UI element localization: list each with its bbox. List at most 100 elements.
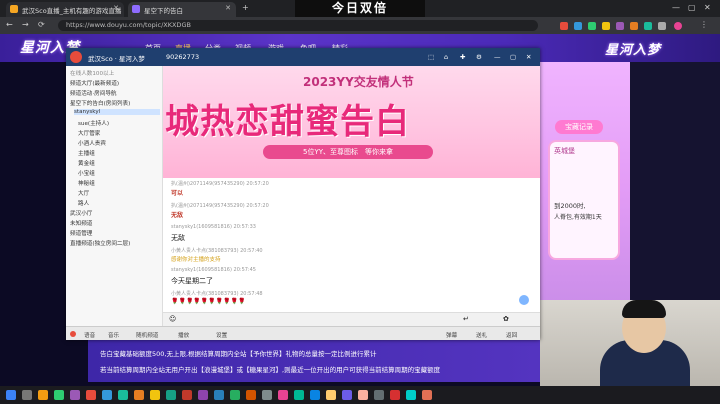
emoji-icon[interactable]: ☺ — [169, 315, 176, 323]
taskbar-app-icon[interactable] — [86, 390, 96, 400]
channel-tree-panel: 在线人数100以上 频道大厅(最新频道) 频道活动·房间导航 星空下的告白(房间… — [66, 66, 163, 326]
channel-item[interactable]: 频道活动·房间导航 — [70, 89, 117, 97]
channel-user[interactable]: 黄金组 — [78, 159, 95, 167]
taskbar-app-icon[interactable] — [358, 390, 368, 400]
home-icon[interactable]: ⌂ — [444, 53, 448, 61]
taskbar-app-icon[interactable] — [310, 390, 320, 400]
taskbar-app-icon[interactable] — [214, 390, 224, 400]
extension-icon[interactable] — [560, 22, 568, 30]
channel-user[interactable]: 大厅 — [78, 189, 89, 197]
chat-meta: stanysky1(1609581816) 20:57:33 — [171, 224, 256, 230]
extension-icon[interactable] — [616, 22, 624, 30]
taskbar-app-icon[interactable] — [118, 390, 128, 400]
browser-toolbar: ← → ⟳ https://www.douyu.com/topic/XKXDGB… — [0, 17, 720, 34]
url-text: https://www.douyu.com/topic/XKXDGB — [66, 21, 191, 29]
taskbar-app-icon[interactable] — [422, 390, 432, 400]
taskbar-app-icon[interactable] — [182, 390, 192, 400]
taskbar-app-icon[interactable] — [134, 390, 144, 400]
chat-panel: 扒(温州)2071149(957435290) 20:57:20 可以 扒(温州… — [163, 178, 540, 315]
scroll-down-icon[interactable] — [519, 295, 529, 305]
channel-user[interactable]: sue(主持人) — [78, 119, 109, 127]
settings-icon[interactable]: ⚙ — [476, 53, 482, 61]
extension-icon[interactable] — [658, 22, 666, 30]
taskbar-app-icon[interactable] — [406, 390, 416, 400]
menu-icon[interactable]: ⋮ — [700, 20, 708, 29]
taskbar-app-icon[interactable] — [70, 390, 80, 400]
send-icon[interactable]: ↵ — [463, 315, 469, 323]
extension-icon[interactable] — [588, 22, 596, 30]
minimize-icon[interactable]: — — [494, 53, 501, 61]
close-tab-icon[interactable]: ✕ — [225, 4, 231, 12]
close-tab-icon[interactable]: ✕ — [113, 4, 119, 12]
back-button[interactable]: 返回 — [506, 331, 517, 339]
barrage-button[interactable]: 弹幕 — [446, 331, 457, 339]
taskbar-app-icon[interactable] — [342, 390, 352, 400]
taskbar-app-icon[interactable] — [326, 390, 336, 400]
taskbar-app-icon[interactable] — [150, 390, 160, 400]
tab-1-label: 武汉Sco直播_主机有趣的游戏直播 — [22, 7, 122, 15]
gift-icon[interactable]: ✿ — [503, 315, 509, 323]
browser-tab-1[interactable]: 武汉Sco直播_主机有趣的游戏直播 ✕ — [6, 2, 124, 17]
taskbar-app-icon[interactable] — [262, 390, 272, 400]
channel-user[interactable]: 小宝组 — [78, 169, 95, 177]
extension-icon[interactable] — [574, 22, 582, 30]
taskbar-app-icon[interactable] — [198, 390, 208, 400]
channel-user[interactable]: 小酒人贵宾 — [78, 139, 106, 147]
random-channel-button[interactable]: 随机频道 — [136, 331, 158, 339]
minimize-icon[interactable]: — — [672, 3, 680, 12]
channel-user[interactable]: 主播组 — [78, 149, 95, 157]
taskbar-app-icon[interactable] — [390, 390, 400, 400]
profile-avatar[interactable] — [674, 22, 682, 30]
maximize-icon[interactable]: ▢ — [510, 53, 516, 61]
treasure-record-button[interactable]: 宝藏记录 — [555, 120, 603, 134]
channel-item[interactable]: 直播频道(独立房间二层) — [70, 239, 130, 247]
taskbar-app-icon[interactable] — [230, 390, 240, 400]
music-button[interactable]: 音乐 — [108, 331, 119, 339]
address-bar[interactable]: https://www.douyu.com/topic/XKXDGB — [58, 20, 538, 31]
valentine-promo-banner[interactable]: 2023YY交友情人节 城热恋甜蜜告白 5位YY、至尊图标 等你来拿 — [163, 66, 540, 178]
taskbar-app-icon[interactable] — [166, 390, 176, 400]
taskbar-app-icon[interactable] — [246, 390, 256, 400]
channel-item[interactable]: 频道管理 — [70, 229, 92, 237]
taskbar-app-icon[interactable] — [54, 390, 64, 400]
gamepad-icon[interactable]: ✚ — [460, 53, 465, 61]
channel-item[interactable]: 武汉小厅 — [70, 209, 92, 217]
extension-icon[interactable] — [644, 22, 652, 30]
rule-line-2: 若当前结算周期内全站无用户开出【浪漫城堡】或【糖果星河】,则最近一位开出的用户可… — [100, 366, 441, 374]
back-icon[interactable]: ← — [6, 20, 13, 29]
channel-item[interactable]: 星空下的告白(房间列表) — [70, 99, 130, 107]
taskbar-app-icon[interactable] — [278, 390, 288, 400]
start-icon[interactable] — [6, 390, 16, 400]
extension-icon[interactable] — [630, 22, 638, 30]
reload-icon[interactable]: ⟳ — [38, 20, 45, 29]
close-window-icon[interactable]: ✕ — [704, 3, 711, 12]
taskbar-app-icon[interactable] — [22, 390, 32, 400]
channel-item-selected[interactable]: stanyskyl — [74, 109, 160, 115]
channel-user[interactable]: 神秘组 — [78, 179, 95, 187]
maximize-icon[interactable]: ▢ — [688, 3, 696, 12]
mic-status-icon[interactable] — [70, 331, 76, 337]
close-icon[interactable]: ✕ — [526, 53, 531, 61]
client-toolbar-icon[interactable]: ⬚ — [428, 53, 434, 61]
taskbar-app-icon[interactable] — [102, 390, 112, 400]
play-button[interactable]: 播放 — [178, 331, 189, 339]
channel-item[interactable]: 未知频道 — [70, 219, 92, 227]
channel-item[interactable]: 频道大厅(最新频道) — [70, 79, 119, 87]
taskbar-app-icon[interactable] — [294, 390, 304, 400]
setting-button[interactable]: 设置 — [216, 331, 227, 339]
card-line-2: 人脊包,有效期1天 — [554, 214, 602, 221]
channel-user[interactable]: 路人 — [78, 199, 89, 207]
chat-meta: 扒(温州)2071149(957435290) 20:57:20 — [171, 203, 269, 209]
chat-input-bar[interactable]: ☺ ↵ ✿ — [163, 312, 540, 326]
taskbar-app-icon[interactable] — [374, 390, 384, 400]
forward-icon[interactable]: → — [22, 20, 29, 29]
card-line-1: 到2000时, — [554, 202, 586, 210]
promo-title: 2023YY交友情人节 — [303, 75, 414, 89]
new-tab-button[interactable]: + — [242, 3, 249, 12]
voice-button[interactable]: 语音 — [84, 331, 95, 339]
gift-button[interactable]: 送礼 — [476, 331, 487, 339]
extension-icon[interactable] — [602, 22, 610, 30]
channel-user[interactable]: 大厅管家 — [78, 129, 100, 137]
browser-tab-2[interactable]: 星空下的告白 ✕ — [128, 2, 236, 17]
taskbar-app-icon[interactable] — [38, 390, 48, 400]
